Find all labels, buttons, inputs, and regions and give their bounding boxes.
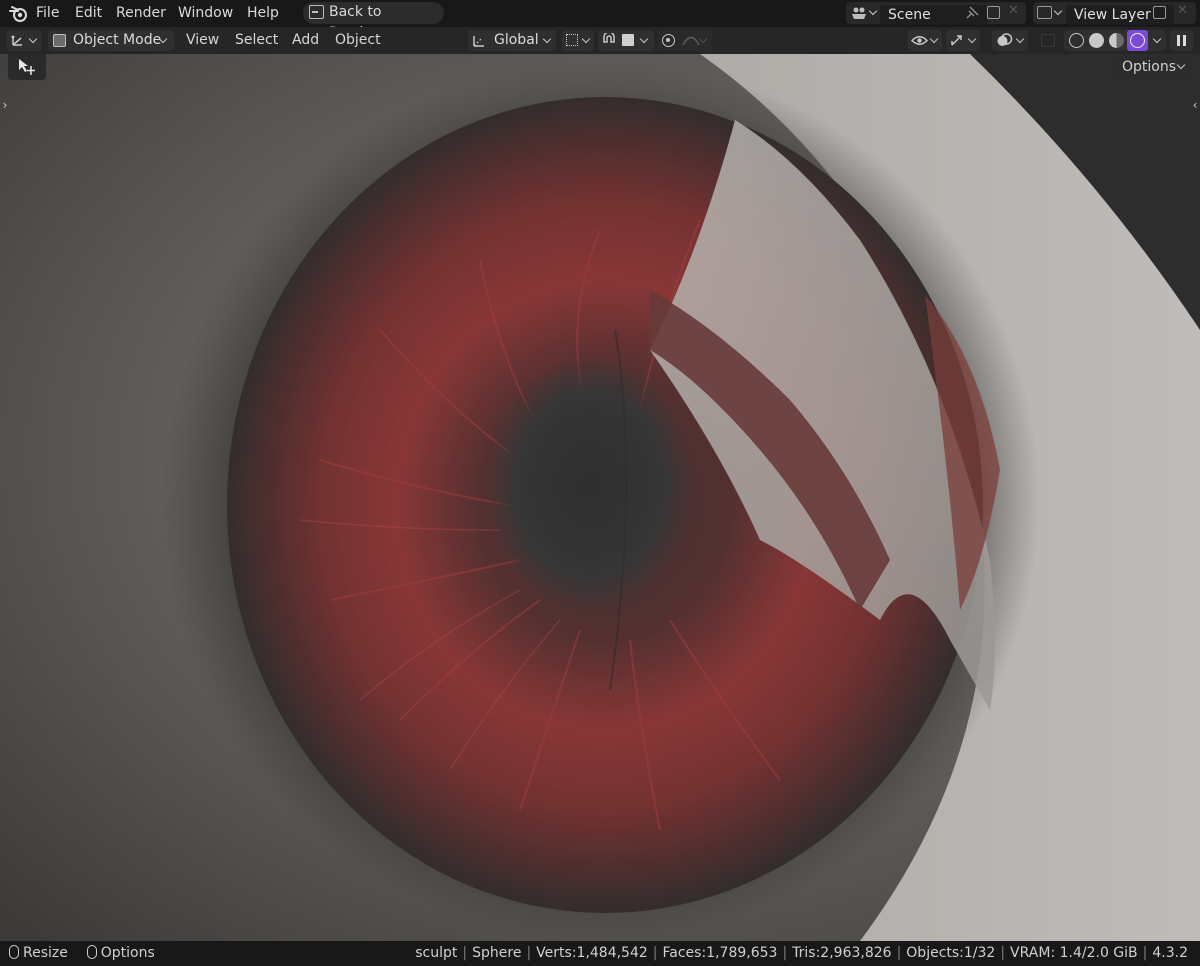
shading-mode-group: [1064, 30, 1166, 51]
back-to-previous-button[interactable]: Back to Previous: [303, 2, 444, 41]
status-hint-resize: Resize: [23, 945, 68, 961]
blender-logo-icon[interactable]: [9, 5, 27, 22]
falloff-curve-icon[interactable]: [682, 34, 700, 46]
transform-tool-button[interactable]: [8, 54, 46, 80]
object-mode-label: Object Mode: [73, 32, 162, 48]
viewport-header: Object Mode View Select Add Object Globa…: [0, 27, 1200, 54]
scene-dropdown-chevron-icon[interactable]: [868, 6, 878, 16]
stat-tris: Tris:2,963,826: [792, 945, 892, 961]
menu-file[interactable]: File: [36, 0, 59, 27]
stat-mode: sculpt: [415, 945, 458, 961]
status-hint-options: Options: [100, 945, 155, 961]
header-menu-select[interactable]: Select: [235, 27, 278, 54]
editor-type-chevron-icon: [28, 34, 38, 44]
orientation-label: Global: [494, 32, 539, 48]
wireframe-shading-icon[interactable]: [1069, 33, 1084, 48]
eye-visibility-icon: [911, 36, 928, 45]
stat-vram: VRAM: 1.4/2.0 GiB: [1010, 945, 1138, 961]
object-mode-dropdown[interactable]: Object Mode: [48, 30, 174, 51]
pivot-chevron-icon: [581, 34, 591, 44]
delete-scene-icon[interactable]: ✕: [1008, 3, 1019, 18]
proportional-editing-icon[interactable]: [662, 34, 675, 47]
view-layer-dropdown-chevron-icon[interactable]: [1053, 6, 1063, 16]
delete-view-layer-icon[interactable]: ✕: [1177, 3, 1188, 18]
stat-verts: Verts:1,484,542: [536, 945, 648, 961]
stat-active-object: Sphere: [472, 945, 522, 961]
scene-name-label: Scene: [888, 7, 931, 23]
object-mode-icon: [53, 34, 66, 47]
solid-shading-icon[interactable]: [1089, 33, 1104, 48]
snap-magnet-icon[interactable]: [601, 33, 617, 48]
proportional-editing-group: [658, 30, 712, 51]
menu-edit[interactable]: Edit: [75, 0, 102, 27]
pause-bar-left-icon: [1177, 35, 1180, 46]
rendered-shading-active[interactable]: [1127, 30, 1148, 51]
transform-orientation-dropdown[interactable]: Global: [468, 30, 556, 51]
stat-version: 4.3.2: [1152, 945, 1188, 961]
pivot-point-dropdown[interactable]: [562, 30, 594, 51]
pivot-point-icon: [566, 34, 578, 46]
editor-type-selector[interactable]: [6, 30, 42, 51]
snapping-group: [598, 30, 654, 51]
pause-bar-right-icon: [1183, 35, 1186, 46]
stat-faces: Faces:1,789,653: [662, 945, 778, 961]
snap-chevron-icon[interactable]: [639, 34, 649, 44]
overlays-icon: [997, 33, 1013, 46]
menu-help[interactable]: Help: [247, 0, 279, 27]
orientation-global-icon: [473, 36, 484, 47]
screen-back-icon: [309, 5, 324, 19]
xray-toggle-icon[interactable]: [1041, 34, 1055, 47]
move-tool-icon: [19, 59, 35, 75]
falloff-chevron-icon[interactable]: [698, 34, 708, 44]
new-view-layer-icon[interactable]: [1153, 6, 1166, 19]
mouse-left-icon: [9, 945, 19, 959]
gizmo-chevron-icon: [967, 34, 977, 44]
scene-statistics: sculpt | Sphere | Verts:1,484,542 | Faces:1,78…: [415, 945, 1188, 961]
view-layer-selector: View Layer ✕: [1033, 2, 1196, 25]
material-preview-shading-icon[interactable]: [1109, 33, 1124, 48]
overlays-chevron-icon: [1015, 34, 1025, 44]
viewport-options-label: Options: [1122, 59, 1177, 75]
menu-window[interactable]: Window: [178, 0, 233, 27]
3d-viewport-icon: [11, 35, 22, 46]
top-menu-bar: File Edit Render Window Help Back to Pre…: [0, 0, 1200, 41]
menu-render[interactable]: Render: [116, 0, 166, 27]
status-bar: Resize Options sculpt | Sphere | Verts:1,484…: [0, 941, 1200, 966]
rendered-shading-icon: [1130, 33, 1145, 48]
sidebar-expand-arrow-icon[interactable]: ‹: [1190, 98, 1200, 112]
visibility-chevron-icon: [929, 34, 939, 44]
view-layer-name-label: View Layer: [1074, 7, 1151, 23]
rendered-eye-image: [0, 54, 1200, 941]
scene-icon[interactable]: [851, 6, 867, 20]
header-menu-add[interactable]: Add: [292, 27, 319, 54]
mouse-right-icon: [86, 945, 97, 959]
options-chevron-icon: [1176, 60, 1186, 70]
stat-objects: Objects:1/32: [906, 945, 996, 961]
header-menu-object[interactable]: Object: [335, 27, 381, 54]
snap-increment-icon[interactable]: [622, 34, 634, 46]
gizmo-dropdown[interactable]: [946, 30, 980, 51]
status-hints: Resize Options: [9, 941, 155, 966]
pause-render-button[interactable]: [1170, 30, 1194, 51]
header-menu-view[interactable]: View: [186, 27, 219, 54]
overlays-dropdown[interactable]: [992, 30, 1028, 51]
pin-icon[interactable]: [965, 6, 979, 20]
viewport-options-button[interactable]: Options: [1110, 56, 1194, 78]
gizmo-icon: [951, 35, 962, 46]
orientation-chevron-icon: [542, 34, 552, 44]
3d-viewport[interactable]: Options › ‹: [0, 54, 1200, 941]
visibility-dropdown[interactable]: [908, 30, 942, 51]
scene-selector: Scene ✕: [846, 2, 1026, 25]
shading-chevron-icon[interactable]: [1152, 34, 1162, 44]
view-layer-icon[interactable]: [1037, 6, 1052, 19]
toolbar-expand-arrow-icon[interactable]: ›: [0, 98, 10, 112]
new-scene-icon[interactable]: [987, 6, 1000, 19]
